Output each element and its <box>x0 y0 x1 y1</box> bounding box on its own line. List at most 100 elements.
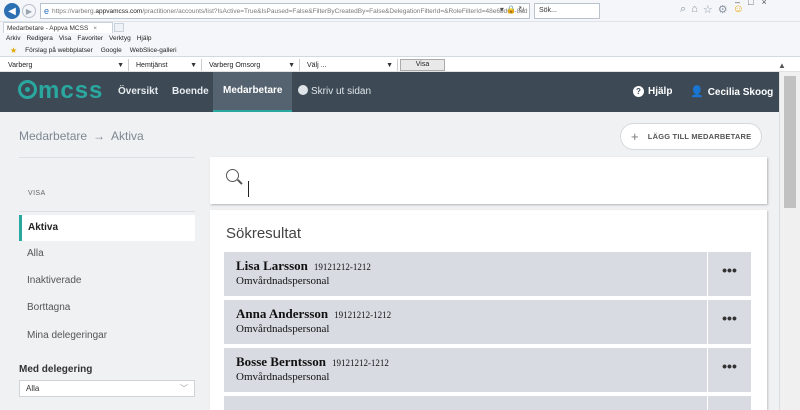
ie-icon: e <box>44 6 50 16</box>
select-unit[interactable]: Hemtjänst ▼ <box>132 59 202 71</box>
delegation-filter-value: Alla <box>26 384 40 393</box>
chevron-down-icon: ▼ <box>117 61 124 69</box>
menu-redigera[interactable]: Redigera <box>26 35 52 42</box>
sidebar-item-inaktiverade[interactable]: Inaktiverade <box>19 268 195 294</box>
breadcrumb-current: Aktiva <box>111 129 144 143</box>
result-row[interactable]: Anna Andersson 19121212-1212 Omvårdnadspe… <box>224 300 707 344</box>
result-row[interactable]: Lisa Larsson 19121212-1212 Omvårdnadspers… <box>224 252 707 296</box>
more-actions-button[interactable]: ••• <box>708 300 751 344</box>
search-panel[interactable] <box>210 157 767 204</box>
search-input[interactable] <box>248 181 249 197</box>
menu-arkiv[interactable]: Arkiv <box>6 35 20 42</box>
lock-refresh-icons[interactable]: ▾ 🔒 ↻ <box>500 5 525 14</box>
scroll-up-icon[interactable]: ▲ <box>778 61 786 70</box>
select-value: Välj ... <box>307 61 327 69</box>
back-arrow-icon[interactable]: ◀ <box>4 3 20 19</box>
employee-name: Bosse Berntsson <box>236 354 326 369</box>
user-name: Cecilia Skoog <box>707 87 774 98</box>
sidebar-item-mina-delegeringar[interactable]: Mina delegeringar <box>19 323 195 349</box>
close-icon[interactable]: × <box>93 25 97 32</box>
star-icon[interactable]: ☆ <box>703 3 713 16</box>
add-employee-button[interactable]: + LÄGG TILL MEDARBETARE <box>620 123 762 150</box>
results-panel: Sökresultat Lisa Larsson 19121212-1212 Om… <box>210 210 767 410</box>
select-value: Varberg <box>8 61 33 69</box>
employee-role: Omvårdnadspersonal <box>236 323 330 335</box>
result-row-partial[interactable] <box>224 396 707 410</box>
add-employee-label: LÄGG TILL MEDARBETARE <box>647 132 752 141</box>
user-menu[interactable]: 👤 Cecilia Skoog <box>690 72 773 112</box>
menu-hjalp[interactable]: Hjälp <box>137 35 152 42</box>
menu-verktyg[interactable]: Verktyg <box>109 35 131 42</box>
menu-favoriter[interactable]: Favoriter <box>77 35 103 42</box>
new-tab-button[interactable] <box>114 23 124 32</box>
search-icon <box>226 169 239 182</box>
delegation-filter-select[interactable]: Alla ﹀ <box>19 380 195 397</box>
employee-name: Anna Andersson <box>236 306 329 321</box>
forward-arrow-icon[interactable]: ▶ <box>22 4 36 18</box>
favorites-star-icon[interactable]: ★ <box>10 46 17 55</box>
app-navbar: mcss Översikt Boende Medarbetare Skriv u… <box>0 72 779 112</box>
breadcrumb-arrow-icon: → <box>93 129 106 143</box>
browser-tab[interactable]: Medarbetare - Appva MCSS × <box>3 22 113 33</box>
fav-item-google[interactable]: Google <box>101 47 122 54</box>
sidebar-visa-label: VISA <box>28 190 46 197</box>
fav-item-webslice[interactable]: WebSlice-galleri <box>130 47 177 54</box>
tab-title: Medarbetare - Appva MCSS <box>7 24 89 32</box>
select-value: Varberg Omsorg <box>209 61 261 69</box>
sidebar-item-borttagna[interactable]: Borttagna <box>19 295 195 321</box>
url-text: https://varberg.appvamcss.com/practition… <box>52 7 528 15</box>
result-row[interactable]: Bosse Berntsson 19121212-1212 Omvårdnadsp… <box>224 348 707 392</box>
favorites-bar: ★ Förslag på webbplatser Google WebSlice… <box>0 44 800 57</box>
sidebar-divider-top <box>19 157 195 158</box>
employee-pnr: 19121212-1212 <box>331 358 389 368</box>
chevron-down-icon: ﹀ <box>180 384 188 393</box>
more-actions-button[interactable]: ••• <box>708 348 751 392</box>
search-icon[interactable]: ⌕ <box>680 3 686 16</box>
print-page-link[interactable]: Skriv ut sidan <box>290 72 379 112</box>
print-icon <box>298 85 308 95</box>
sidebar-item-alla[interactable]: Alla <box>19 241 195 267</box>
user-icon: 👤 <box>690 86 704 98</box>
page-scrollbar[interactable] <box>779 72 800 410</box>
employee-role: Omvårdnadspersonal <box>236 371 330 383</box>
visa-button[interactable]: Visa <box>400 59 445 71</box>
chevron-down-icon: ▼ <box>386 61 393 69</box>
help-link[interactable]: ? Hjälp <box>633 72 672 112</box>
nav-oversikt[interactable]: Översikt <box>110 72 166 112</box>
sidebar-divider <box>19 211 195 212</box>
more-actions-button-partial[interactable] <box>708 396 751 410</box>
more-actions-button[interactable]: ••• <box>708 252 751 296</box>
home-icon[interactable]: ⌂ <box>691 3 698 16</box>
browser-menu-bar: Arkiv Redigera Visa Favoriter Verktyg Hj… <box>0 33 800 44</box>
delegation-filter-title: Med delegering <box>19 364 93 375</box>
results-title: Sökresultat <box>226 225 302 242</box>
sidebar-item-aktiva[interactable]: Aktiva <box>19 215 195 241</box>
employee-pnr: 19121212-1212 <box>313 262 371 272</box>
chevron-down-icon: ▼ <box>190 61 197 69</box>
gear-icon[interactable]: ⚙ <box>718 3 728 16</box>
help-icon: ? <box>633 86 644 97</box>
select-value: Hemtjänst <box>136 61 168 69</box>
logo-mark-icon <box>18 80 37 99</box>
scrollbar-thumb[interactable] <box>784 76 796 208</box>
browser-search-input[interactable]: Sök... <box>534 3 600 19</box>
plus-icon: + <box>631 129 639 144</box>
employee-name: Lisa Larsson <box>236 258 308 273</box>
menu-visa[interactable]: Visa <box>59 35 72 42</box>
context-bar: Varberg ▼ Hemtjänst ▼ Varberg Omsorg ▼ Välj… <box>0 58 800 72</box>
select-municipality[interactable]: Varberg ▼ <box>4 59 129 71</box>
nav-boende[interactable]: Boende <box>164 72 217 112</box>
select-department[interactable]: Välj ... ▼ <box>303 59 398 71</box>
breadcrumb-root[interactable]: Medarbetare <box>19 129 87 143</box>
breadcrumb: Medarbetare → Aktiva <box>19 129 144 143</box>
help-label: Hjälp <box>648 86 673 97</box>
browser-tab-row: Medarbetare - Appva MCSS × <box>0 22 800 33</box>
address-bar[interactable]: e https://varberg.appvamcss.com/practiti… <box>40 3 530 19</box>
fav-item-suggested[interactable]: Förslag på webbplatser <box>25 47 93 54</box>
nav-medarbetare[interactable]: Medarbetare <box>213 72 293 112</box>
mcss-logo[interactable]: mcss <box>18 78 103 104</box>
employee-pnr: 19121212-1212 <box>334 310 392 320</box>
select-organization[interactable]: Varberg Omsorg ▼ <box>205 59 300 71</box>
employee-role: Omvårdnadspersonal <box>236 275 330 287</box>
window-controls[interactable]: –□× <box>735 0 775 7</box>
